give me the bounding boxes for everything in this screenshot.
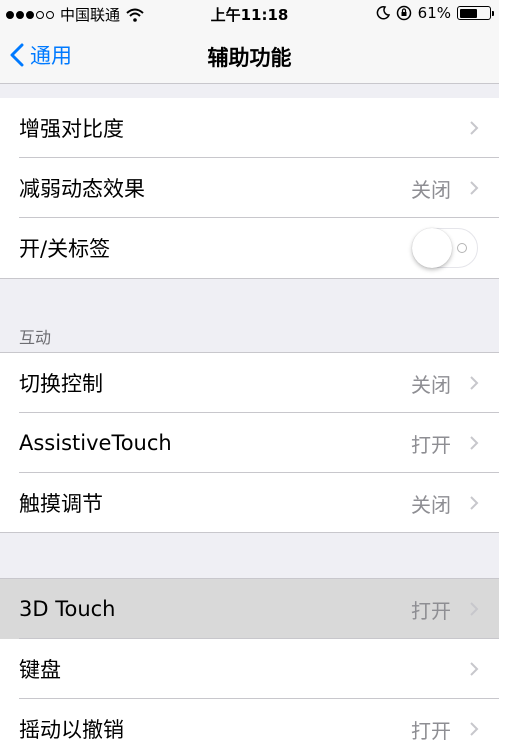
row-label: 3D Touch	[19, 597, 116, 621]
row-value: 打开	[411, 432, 451, 457]
status-right: 61%	[376, 4, 494, 22]
row-label: 切换控制	[19, 372, 103, 396]
row-3d-touch[interactable]: 3D Touch 打开	[0, 579, 499, 639]
settings-group-interaction: 切换控制 关闭 AssistiveTouch 打开 触摸调节 关闭	[0, 353, 499, 533]
row-label: 触摸调节	[19, 492, 103, 516]
row-increase-contrast[interactable]: 增强对比度	[0, 98, 499, 158]
row-value: 关闭	[411, 492, 451, 517]
divider	[0, 278, 499, 279]
row-value: 关闭	[411, 372, 451, 397]
row-shake-to-undo[interactable]: 摇动以撤销 打开	[0, 699, 499, 744]
row-switch-control[interactable]: 切换控制 关闭	[0, 353, 499, 413]
row-value: 打开	[411, 598, 451, 623]
section-header-interaction: 互动	[19, 328, 52, 347]
screen-edge	[499, 0, 507, 744]
row-value: 打开	[411, 718, 451, 743]
row-on-off-labels: 开/关标签	[0, 218, 499, 278]
row-value: 关闭	[411, 177, 451, 202]
settings-group-display: 增强对比度 减弱动态效果 关闭 开/关标签	[0, 98, 499, 278]
row-label: AssistiveTouch	[19, 431, 172, 455]
chevron-right-icon	[470, 662, 479, 676]
battery-fill	[459, 8, 478, 18]
chevron-right-icon	[470, 181, 479, 195]
row-assistivetouch[interactable]: AssistiveTouch 打开	[0, 413, 499, 473]
off-label-icon	[457, 243, 467, 253]
navigation-bar: 通用 辅助功能	[0, 28, 499, 84]
row-label: 键盘	[19, 658, 61, 682]
status-bar: 中国联通 上午11:18 61%	[0, 0, 499, 28]
row-label: 减弱动态效果	[19, 177, 145, 201]
chevron-right-icon	[470, 376, 479, 390]
row-label: 增强对比度	[19, 117, 124, 141]
on-off-labels-toggle[interactable]	[412, 228, 478, 268]
row-label: 摇动以撤销	[19, 718, 124, 742]
settings-group-touch: 3D Touch 打开 键盘 摇动以撤销 打开	[0, 579, 499, 744]
page-title: 辅助功能	[207, 46, 292, 70]
chevron-right-icon	[470, 496, 479, 510]
row-label: 开/关标签	[19, 237, 111, 261]
battery-percent: 61%	[417, 4, 451, 22]
moon-icon	[376, 6, 390, 20]
chevron-right-icon	[470, 722, 479, 736]
rotation-lock-icon	[396, 5, 411, 21]
toggle-knob	[412, 228, 452, 268]
battery-icon	[457, 6, 494, 20]
chevron-right-icon	[470, 436, 479, 450]
divider	[0, 532, 499, 533]
chevron-right-icon	[470, 121, 479, 135]
chevron-right-icon	[470, 602, 479, 616]
row-reduce-motion[interactable]: 减弱动态效果 关闭	[0, 158, 499, 218]
row-touch-accommodations[interactable]: 触摸调节 关闭	[0, 473, 499, 533]
row-keyboard[interactable]: 键盘	[0, 639, 499, 699]
